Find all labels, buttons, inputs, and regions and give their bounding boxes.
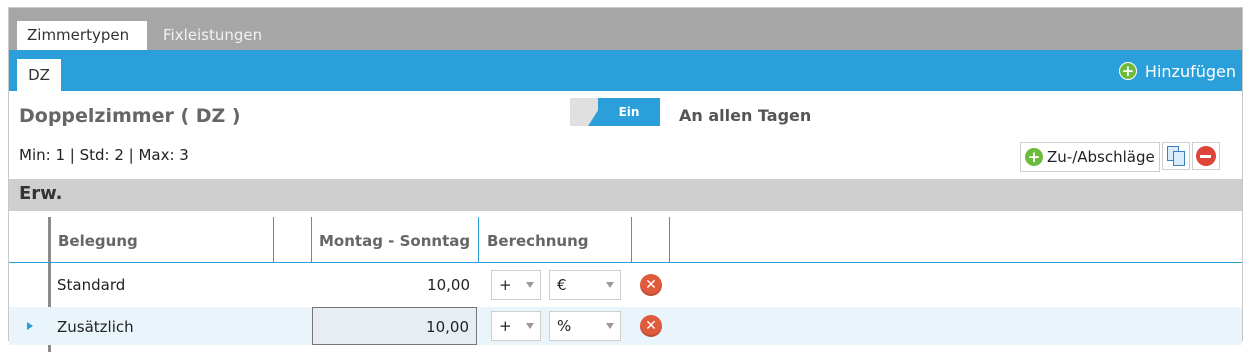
surcharge-button-label: Zu-/Abschläge <box>1047 148 1155 166</box>
copy-icon <box>1166 146 1185 166</box>
toggle-state: Ein <box>598 98 660 126</box>
plus-circle-icon: + <box>1025 148 1043 166</box>
row-value[interactable]: 10,00 <box>312 266 477 304</box>
minus-circle-icon <box>1195 146 1216 166</box>
operator-dropdown[interactable]: + <box>491 311 541 341</box>
remove-button[interactable] <box>1191 142 1220 170</box>
table-row[interactable]: Standard 10,00 + € ✕ <box>9 266 1242 304</box>
unit-value: € <box>557 276 567 294</box>
days-toggle[interactable]: Ein <box>570 98 660 126</box>
unit-dropdown[interactable]: % <box>549 311 621 341</box>
column-header-berechnung[interactable]: Berechnung <box>487 211 589 262</box>
copy-button[interactable] <box>1161 142 1190 170</box>
tab-fixleistungen[interactable]: Fixleistungen <box>153 21 272 50</box>
table-row[interactable]: Zusätzlich 10,00 + % ✕ <box>9 307 1242 345</box>
operator-dropdown[interactable]: + <box>491 270 541 300</box>
unit-dropdown[interactable]: € <box>549 270 621 300</box>
occupancy-minmax: Min: 1 | Std: 2 | Max: 3 <box>19 146 189 164</box>
operator-value: + <box>499 276 512 294</box>
row-name: Zusätzlich <box>57 318 134 336</box>
row-value[interactable]: 10,00 <box>312 307 477 345</box>
chevron-down-icon <box>526 282 534 288</box>
add-button-label: Hinzufügen <box>1144 61 1236 81</box>
room-type-editor: Zimmertypen Fixleistungen DZ + Hinzufüge… <box>8 7 1243 352</box>
delete-row-icon[interactable]: ✕ <box>640 315 662 337</box>
add-surcharge-button[interactable]: + Zu-/Abschläge <box>1020 142 1160 172</box>
section-header-adults: Erw. <box>9 179 1242 211</box>
grid-header: Belegung Montag - Sonntag Berechnung <box>9 211 1242 263</box>
plus-circle-icon: + <box>1118 62 1137 80</box>
room-title: Doppelzimmer ( DZ ) <box>19 105 241 127</box>
surcharge-toolbar: + Zu-/Abschläge <box>1020 142 1220 172</box>
chevron-down-icon <box>526 323 534 329</box>
add-room-type-button[interactable]: + Hinzufügen <box>1118 60 1236 82</box>
room-type-tab-bar: DZ + Hinzufügen <box>9 50 1242 91</box>
chevron-down-icon <box>606 323 614 329</box>
chevron-down-icon <box>606 282 614 288</box>
toggle-label: An allen Tagen <box>679 106 812 125</box>
column-header-belegung[interactable]: Belegung <box>58 211 138 262</box>
tab-dz[interactable]: DZ <box>17 59 61 91</box>
delete-row-icon[interactable]: ✕ <box>640 274 662 296</box>
operator-value: + <box>499 317 512 335</box>
main-tab-bar: Zimmertypen Fixleistungen <box>9 8 1242 50</box>
unit-value: % <box>557 317 572 335</box>
section-title: Erw. <box>19 183 63 204</box>
column-header-montag-sonntag[interactable]: Montag - Sonntag <box>319 211 470 262</box>
tab-zimmertypen[interactable]: Zimmertypen <box>17 21 147 50</box>
row-name: Standard <box>57 276 126 294</box>
row-selector-arrow-icon <box>27 322 33 330</box>
